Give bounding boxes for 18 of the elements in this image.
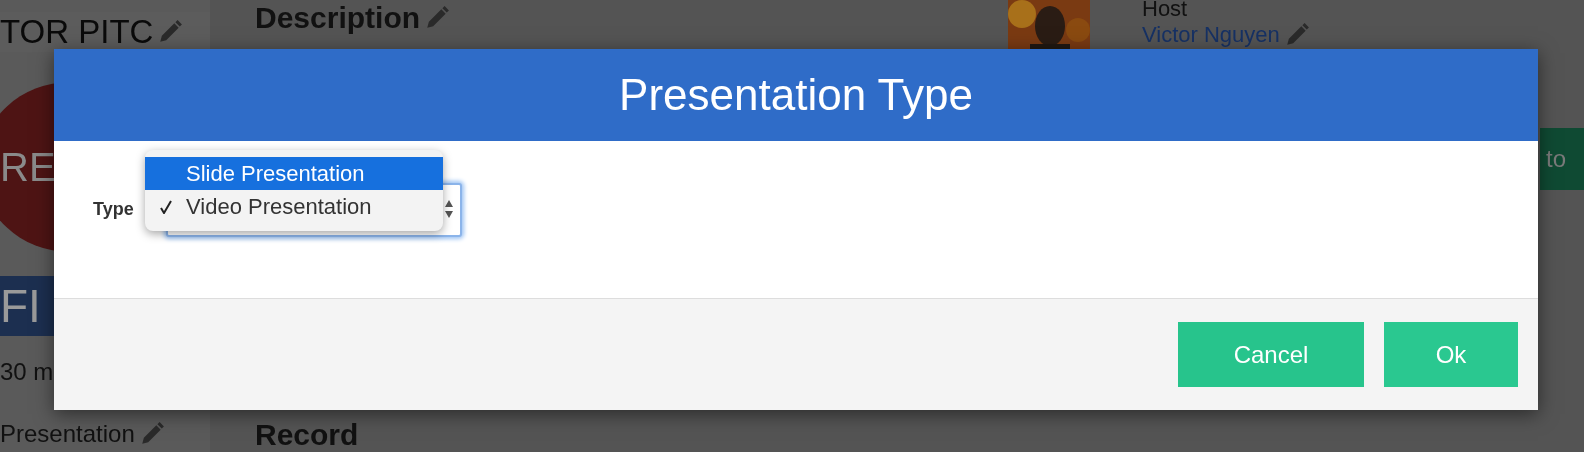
pencil-icon[interactable] <box>157 19 184 45</box>
side-button[interactable]: to <box>1540 128 1584 190</box>
presentation-type-text: Presentation <box>0 420 135 448</box>
menu-option[interactable]: Video Presentation <box>145 190 443 223</box>
updown-arrows-icon <box>444 199 454 219</box>
duration-text: 30 m <box>0 358 55 386</box>
dialog-title: Presentation Type <box>619 70 973 120</box>
host-label: Host <box>1142 0 1189 22</box>
cancel-button[interactable]: Cancel <box>1178 322 1364 387</box>
field-label: Type <box>93 199 134 220</box>
record-heading: Record <box>255 420 360 450</box>
menu-option[interactable]: Slide Presentation <box>145 157 443 190</box>
pencil-icon[interactable] <box>424 5 451 31</box>
ok-button[interactable]: Ok <box>1384 322 1518 387</box>
description-heading: Description <box>255 1 421 35</box>
event-title: TOR PITC <box>0 13 154 51</box>
host-link[interactable]: Victor Nguyen <box>1142 22 1280 48</box>
checkmark-icon <box>159 199 172 214</box>
